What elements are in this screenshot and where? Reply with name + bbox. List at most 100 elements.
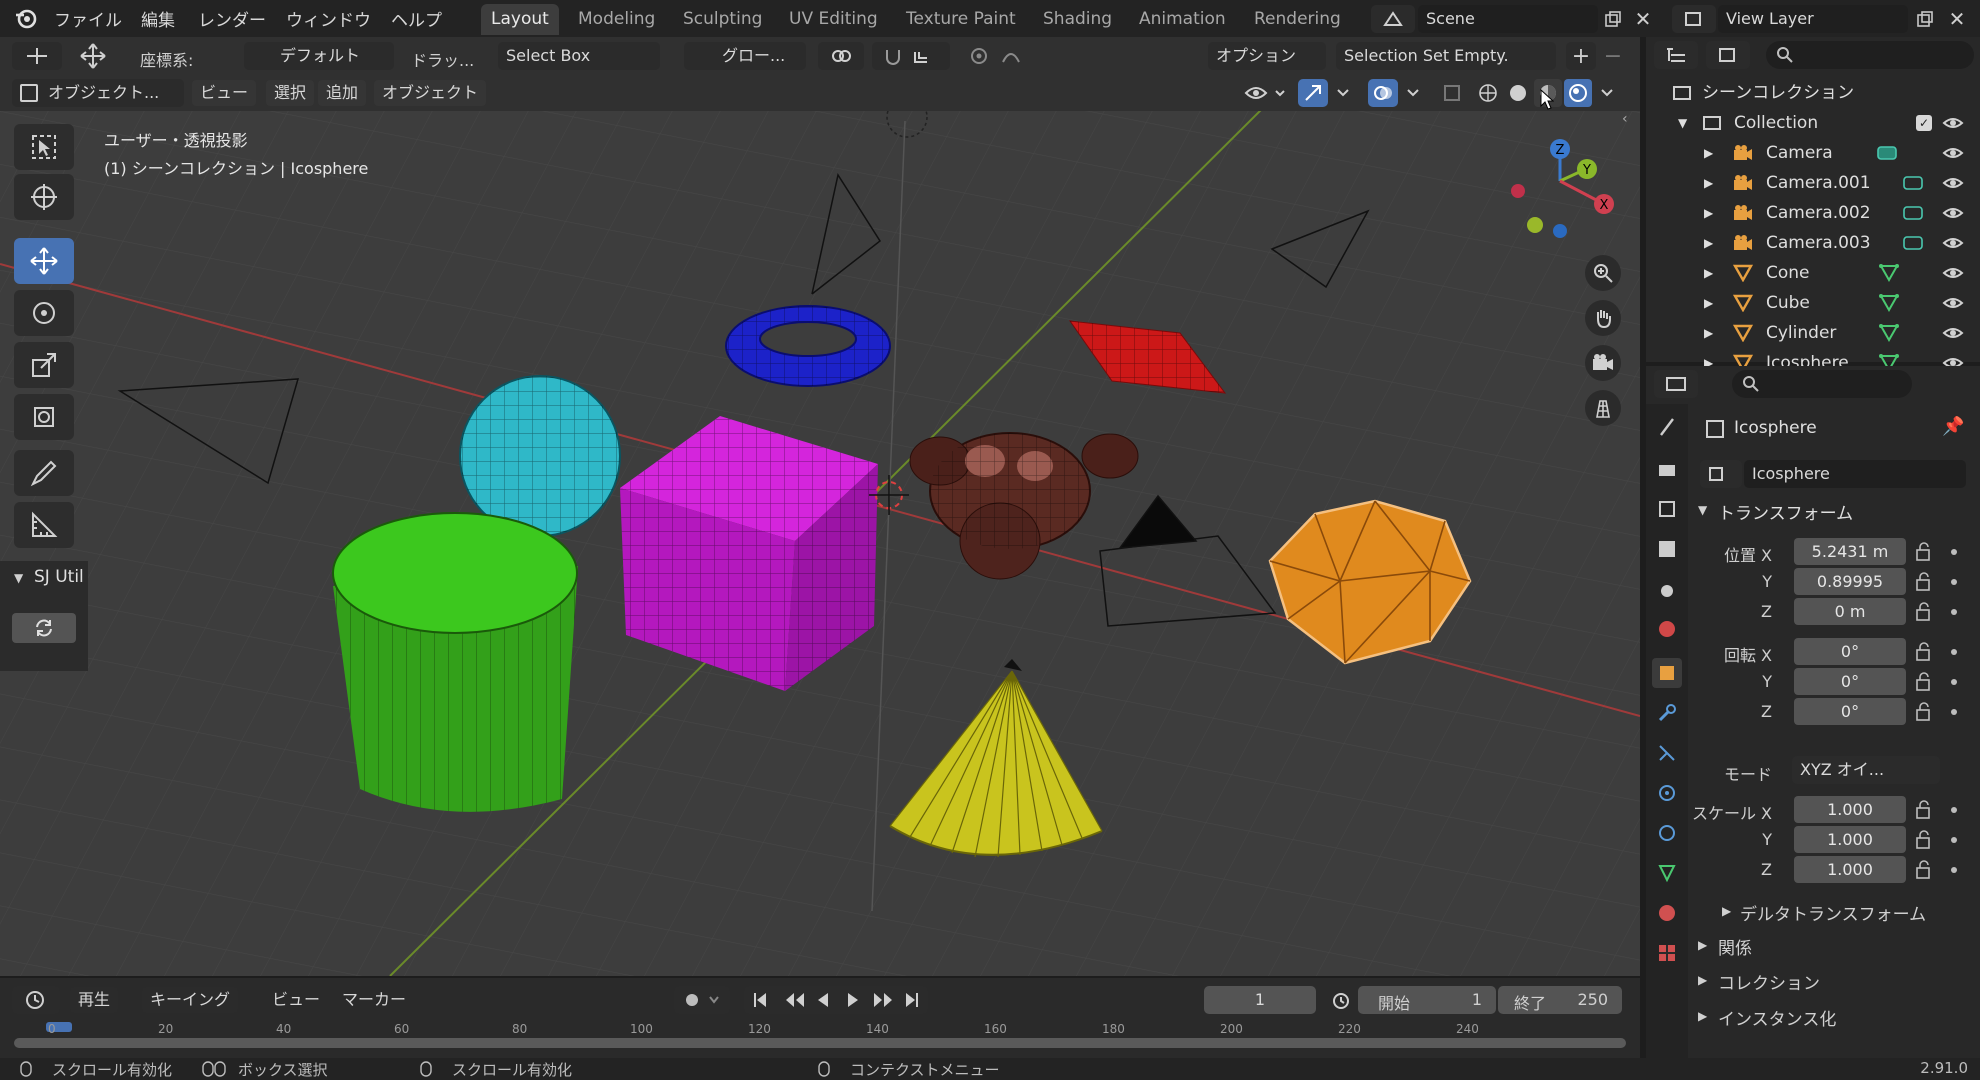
menu-object[interactable]: オブジェクト [374,80,487,106]
scale-tool-button[interactable] [14,342,74,388]
collapse-arrow-icon[interactable]: ▼ [1678,108,1687,138]
location-z-field[interactable]: 0 m [1794,598,1906,625]
sidebar-toggle-icon[interactable]: ‹ [1622,111,1640,129]
menu-help[interactable]: ヘルプ [391,6,442,31]
object-name-field[interactable]: Icosphere [1744,460,1966,488]
copy-view-layer-icon[interactable] [1912,6,1938,32]
output-tab-icon[interactable] [1652,494,1682,524]
record-icon[interactable] [674,986,730,1014]
move-tool-button[interactable] [14,238,74,284]
measure-tool-button[interactable] [14,502,74,548]
outliner-scene-collection[interactable]: シーンコレクション [1646,78,1980,108]
transform-orientation-dropdown[interactable]: グロー... [684,42,806,70]
tab-uv-editing[interactable]: UV Editing [779,4,888,35]
display-mode-icon[interactable] [1706,41,1750,69]
lock-icon[interactable] [1914,602,1962,622]
marker-menu[interactable]: マーカー [334,987,414,1013]
camera-data-icon[interactable] [1902,174,1924,192]
relations-collapse-icon[interactable]: ▶ [1698,938,1707,952]
move-tool-icon[interactable] [76,41,110,71]
constraints-tab-icon[interactable] [1652,818,1682,848]
add-selection-set-icon[interactable]: + [1566,42,1596,70]
selection-set-dropdown[interactable]: Selection Set Empty. [1336,42,1556,70]
refresh-icon[interactable] [12,613,76,643]
tool-tab-icon[interactable] [1652,412,1682,442]
timeline-view-menu[interactable]: ビュー [264,987,328,1013]
location-x-field[interactable]: 5.2431 m [1794,538,1906,565]
delta-collapse-icon[interactable]: ▶ [1722,904,1731,918]
rotate-tool-button[interactable] [14,290,74,336]
use-preview-range-icon[interactable] [1326,986,1356,1014]
eye-icon[interactable] [1942,265,1964,281]
tab-shading[interactable]: Shading [1033,4,1122,35]
outliner-item-cylinder[interactable]: ▶ Cylinder [1646,318,1980,348]
scene-selector-icon[interactable] [1371,5,1415,33]
lock-icon[interactable] [1914,672,1962,692]
outliner-collection[interactable]: ▼ Collection ✓ [1646,108,1980,138]
menu-window[interactable]: ウィンドウ [286,6,371,31]
scale-y-field[interactable]: 1.000 [1794,826,1906,853]
pan-hand-icon[interactable] [1585,300,1621,336]
annotate-tool-button[interactable] [14,450,74,496]
navigation-gizmo[interactable]: Z Y X [1500,131,1620,251]
properties-editor-icon[interactable] [1654,370,1698,398]
menu-edit[interactable]: 編集 [141,6,175,31]
lock-icon[interactable] [1914,702,1962,722]
instancing-section[interactable]: インスタンス化 [1718,1005,1836,1030]
copy-scene-icon[interactable] [1600,6,1626,32]
timeline-scrollbar[interactable] [14,1038,1626,1048]
lock-icon[interactable] [1914,572,1962,592]
tab-modeling[interactable]: Modeling [568,4,665,35]
render-tab-icon[interactable] [1652,454,1682,484]
close-view-layer-icon[interactable]: ✕ [1944,6,1970,32]
outliner-item-camera[interactable]: ▶ Camera [1646,138,1980,168]
gizmo-toggle-icon[interactable] [1298,79,1328,107]
texture-tab-icon[interactable] [1652,938,1682,968]
visibility-icon[interactable] [1240,79,1292,107]
modifier-wrench-icon[interactable] [1652,698,1682,728]
outliner-item-camera-001[interactable]: ▶ Camera.001 [1646,168,1980,198]
menu-add[interactable]: 追加 [318,80,367,106]
lock-icon[interactable] [1914,800,1962,820]
lock-icon[interactable] [1914,830,1962,850]
scene-name-field[interactable]: Scene [1418,5,1598,33]
location-y-field[interactable]: 0.89995 [1794,568,1906,595]
data-tab-icon[interactable] [1652,858,1682,888]
outliner-search-field[interactable] [1766,41,1974,69]
rotation-y-field[interactable]: 0° [1794,668,1906,695]
orientation-dropdown[interactable]: デフォルト [244,42,394,70]
drag-select-dropdown[interactable]: Select Box [498,42,660,70]
eye-icon[interactable] [1942,325,1964,341]
pivot-point-icon[interactable] [818,42,864,70]
options-dropdown[interactable]: オプション [1208,42,1326,70]
mesh-data-icon[interactable] [1878,324,1900,342]
overlays-dropdown-icon[interactable] [1400,79,1426,107]
camera-data-icon[interactable] [1902,204,1924,222]
blender-logo-icon[interactable] [14,6,38,30]
relations-section[interactable]: 関係 [1718,934,1752,959]
current-frame-field[interactable]: 1 [1204,986,1316,1014]
object-tab-icon[interactable] [1652,658,1682,688]
scale-z-field[interactable]: 1.000 [1794,856,1906,883]
view-layer-tab-icon[interactable] [1652,534,1682,564]
tab-animation[interactable]: Animation [1129,4,1236,35]
outliner-item-camera-003[interactable]: ▶ Camera.003 [1646,228,1980,258]
timeline-editor-icon[interactable] [12,986,60,1014]
collections-collapse-icon[interactable]: ▶ [1698,973,1707,987]
instancing-collapse-icon[interactable]: ▶ [1698,1009,1707,1023]
collections-section[interactable]: コレクション [1718,969,1820,994]
cursor-tool-button[interactable] [14,174,74,220]
tab-rendering[interactable]: Rendering [1244,4,1351,35]
expand-arrow-icon[interactable]: ▶ [1704,288,1713,318]
eye-icon[interactable] [1942,235,1964,251]
scale-x-field[interactable]: 1.000 [1794,796,1906,823]
playback-menu[interactable]: 再生 [70,987,119,1013]
delta-transform-section[interactable]: デルタトランスフォーム [1740,900,1926,925]
scene-tab-icon[interactable] [1652,574,1682,604]
end-frame-field[interactable]: 終了 250 [1498,986,1622,1014]
frame-ruler[interactable]: 0 20 40 60 80 100 120 140 160 180 200 220 240 [10,1022,1630,1036]
expand-arrow-icon[interactable]: ▶ [1704,228,1713,258]
lock-icon[interactable] [1914,860,1962,880]
view-layer-field[interactable]: View Layer [1718,5,1908,33]
close-scene-icon[interactable]: ✕ [1630,6,1656,32]
